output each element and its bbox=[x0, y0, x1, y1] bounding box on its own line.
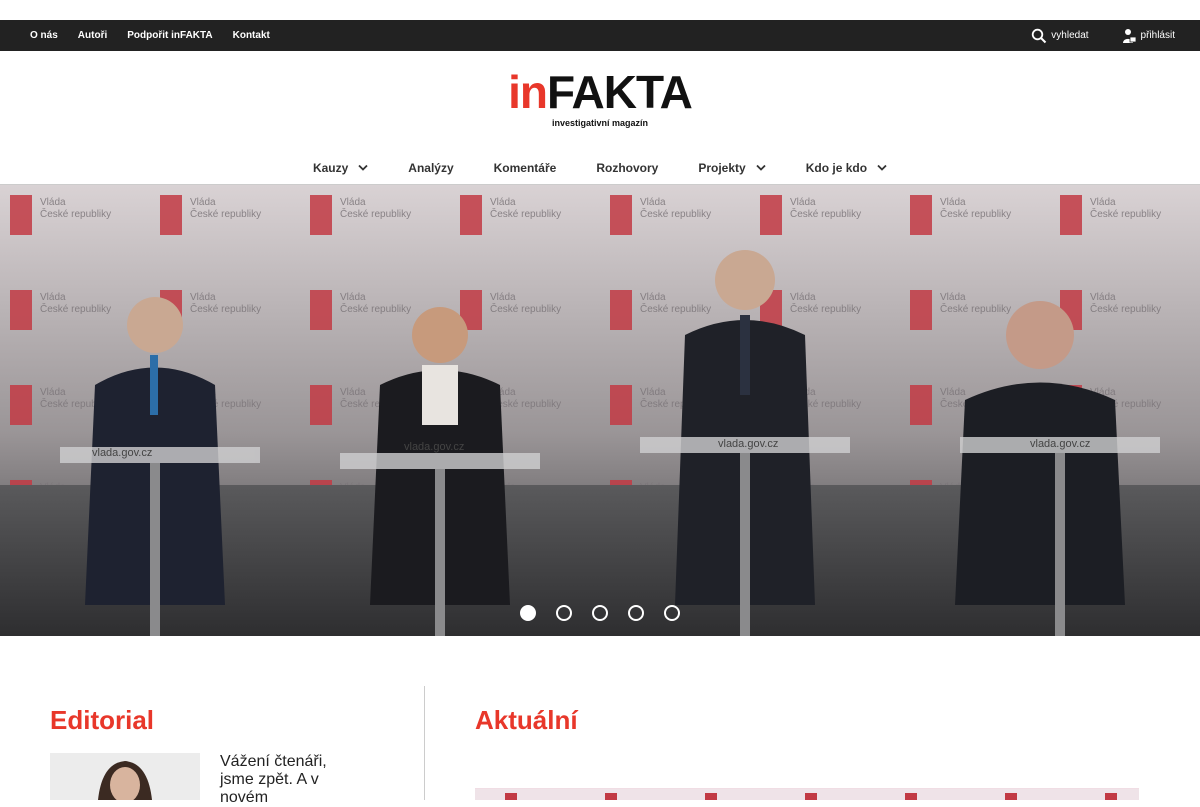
slider-dot-2[interactable] bbox=[556, 605, 572, 621]
top-nav-about[interactable]: O nás bbox=[30, 30, 58, 41]
chevron-down-icon bbox=[358, 164, 368, 171]
site-logo[interactable]: inFAKTA investigativní magazín bbox=[0, 68, 1200, 128]
podium-label: vlada.gov.cz bbox=[718, 438, 778, 450]
slider-dot-3[interactable] bbox=[592, 605, 608, 621]
search-label: vyhledat bbox=[1051, 30, 1089, 41]
search-icon bbox=[1032, 28, 1047, 43]
editorial-author-photo[interactable] bbox=[50, 753, 200, 800]
login-label: přihlásit bbox=[1140, 30, 1175, 41]
login-link[interactable]: přihlásit bbox=[1121, 28, 1175, 44]
article-thumbnail bbox=[475, 789, 1139, 800]
nav-item-label: Kdo je kdo bbox=[805, 161, 868, 175]
nav-item-label: Projekty bbox=[698, 161, 746, 175]
author-portrait bbox=[50, 753, 200, 800]
podium-label: vlada.gov.cz bbox=[1030, 438, 1090, 450]
aktualni-article-image[interactable] bbox=[475, 788, 1139, 800]
slider-dot-1[interactable] bbox=[520, 605, 536, 621]
nav-item-kauzy[interactable]: Kauzy bbox=[313, 161, 368, 175]
column-divider bbox=[424, 686, 425, 800]
top-bar: O nás Autoři Podpořit inFAKTA Kontakt vy… bbox=[0, 20, 1200, 51]
logo-tagline: investigativní magazín bbox=[551, 118, 649, 128]
logo-wordmark: inFAKTA bbox=[508, 66, 693, 118]
user-lock-icon bbox=[1122, 28, 1136, 43]
nav-item-rozhovory[interactable]: Rozhovory bbox=[596, 161, 658, 175]
top-nav-authors[interactable]: Autoři bbox=[78, 30, 107, 41]
top-nav: O nás Autoři Podpořit inFAKTA Kontakt bbox=[30, 20, 290, 51]
nav-item-label: Analýzy bbox=[408, 161, 454, 175]
hero-image: Vláda České republiky bbox=[0, 185, 1200, 636]
aktualni-title[interactable]: Aktuální bbox=[475, 705, 578, 736]
hero-slide[interactable]: Vláda České republiky bbox=[0, 185, 1200, 636]
chevron-down-icon bbox=[756, 164, 766, 171]
top-actions: vyhledat přihlásit bbox=[999, 20, 1175, 51]
podium-label: vlada.gov.cz bbox=[92, 447, 152, 459]
nav-item-label: Komentáře bbox=[493, 161, 557, 175]
slider-dot-4[interactable] bbox=[628, 605, 644, 621]
main-nav: Kauzy Analýzy Komentáře Rozhovory Projek… bbox=[0, 152, 1200, 184]
slider-dot-5[interactable] bbox=[664, 605, 680, 621]
logo-in: in bbox=[508, 66, 548, 118]
chevron-down-icon bbox=[877, 164, 887, 171]
nav-item-label: Kauzy bbox=[312, 161, 349, 175]
editorial-title[interactable]: Editorial bbox=[50, 705, 154, 736]
nav-item-kdo-je-kdo[interactable]: Kdo je kdo bbox=[806, 161, 887, 175]
search-link[interactable]: vyhledat bbox=[1031, 28, 1089, 44]
nav-item-komentare[interactable]: Komentáře bbox=[494, 161, 557, 175]
podium-label: vlada.gov.cz bbox=[404, 441, 464, 453]
editorial-excerpt[interactable]: Vážení čtenáři, jsme zpět. A v novém bbox=[220, 753, 350, 807]
top-nav-support[interactable]: Podpořit inFAKTA bbox=[127, 30, 212, 41]
nav-item-label: Rozhovory bbox=[596, 161, 659, 175]
slider-pagination bbox=[0, 605, 1200, 621]
nav-item-analyzy[interactable]: Analýzy bbox=[408, 161, 453, 175]
nav-item-projekty[interactable]: Projekty bbox=[698, 161, 766, 175]
logo-fakta: FAKTA bbox=[546, 66, 693, 118]
top-nav-contact[interactable]: Kontakt bbox=[233, 30, 270, 41]
